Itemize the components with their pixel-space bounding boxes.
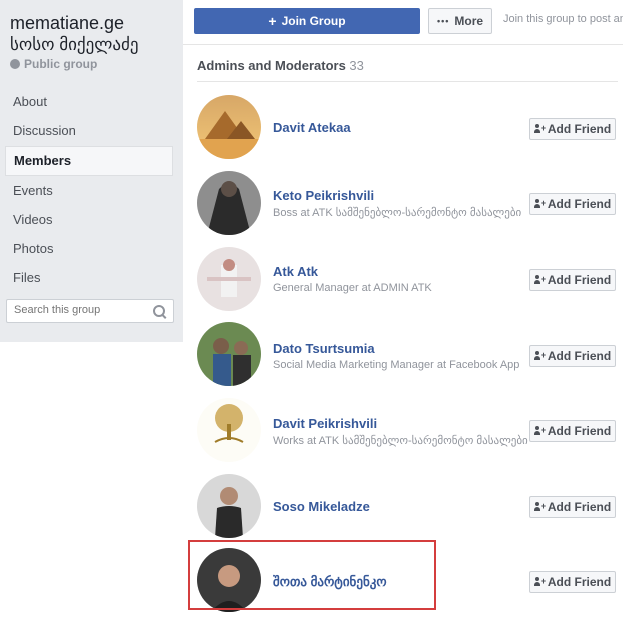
add-friend-label: Add Friend: [547, 197, 612, 211]
add-friend-label: Add Friend: [547, 424, 612, 438]
member-count: 33: [349, 58, 364, 73]
member-description: Social Media Marketing Manager at Facebo…: [273, 359, 520, 371]
add-friend-icon: +: [533, 124, 546, 134]
privacy-label: Public group: [10, 57, 97, 71]
member-row: Davit Peikrishvili Works at ATK სამშენებ…: [197, 398, 618, 468]
globe-icon: [10, 59, 20, 69]
nav-item-about[interactable]: About: [5, 88, 173, 116]
member-row: Davit Atekaa + Add Friend: [197, 95, 618, 165]
nav-item-videos[interactable]: Videos: [5, 206, 173, 234]
member-row: Dato Tsurtsumia Social Media Marketing M…: [197, 322, 618, 392]
more-label: More: [454, 14, 484, 28]
member-description: General Manager at ADMIN ATK: [273, 282, 432, 294]
more-button[interactable]: ••• More: [428, 8, 492, 34]
add-friend-icon: +: [533, 199, 546, 209]
group-search: [6, 299, 174, 323]
member-description: Works at ATK სამშენებლო-სარემონტო მასალე…: [273, 435, 528, 447]
members-main: + Join Group ••• More Join this group to…: [183, 0, 623, 612]
avatar-tree[interactable]: [197, 398, 261, 462]
add-friend-icon: +: [533, 502, 546, 512]
member-row: Keto Peikrishvili Boss at ATK სამშენებლო…: [197, 171, 618, 241]
highlight-box: [188, 540, 436, 610]
section-title-text: Admins and Moderators: [197, 58, 346, 73]
nav-item-members[interactable]: Members: [5, 146, 173, 176]
avatar-light[interactable]: [197, 247, 261, 311]
member-name[interactable]: Atk Atk: [273, 264, 318, 279]
add-friend-button[interactable]: + Add Friend: [529, 345, 616, 367]
plus-icon: +: [268, 13, 277, 29]
search-input[interactable]: [7, 300, 144, 320]
avatar-outdoor[interactable]: [197, 322, 261, 386]
add-friend-button[interactable]: + Add Friend: [529, 269, 616, 291]
nav-item-files[interactable]: Files: [5, 264, 173, 292]
add-friend-label: Add Friend: [547, 349, 612, 363]
section-title: Admins and Moderators 33: [197, 58, 364, 73]
add-friend-button[interactable]: + Add Friend: [529, 118, 616, 140]
nav-item-events[interactable]: Events: [5, 177, 173, 205]
group-name-subtitle[interactable]: სოსო მიქელაძე: [10, 34, 139, 56]
member-row: Atk Atk General Manager at ADMIN ATK + A…: [197, 247, 618, 317]
add-friend-label: Add Friend: [547, 500, 612, 514]
member-description: Boss at ATK სამშენებლო-სარემონტო მასალებ…: [273, 207, 522, 219]
add-friend-icon: +: [533, 426, 546, 436]
member-name[interactable]: Soso Mikeladze: [273, 499, 370, 514]
group-sidebar: mematiane.ge სოსო მიქელაძე Public group …: [0, 0, 183, 342]
avatar-dark[interactable]: [197, 171, 261, 235]
group-name[interactable]: mematiane.ge: [10, 12, 124, 34]
group-nav: About Discussion Members Events Videos P…: [5, 88, 173, 293]
nav-item-photos[interactable]: Photos: [5, 235, 173, 263]
divider: [197, 81, 618, 82]
add-friend-button[interactable]: + Add Friend: [529, 571, 616, 593]
add-friend-label: Add Friend: [547, 273, 612, 287]
add-friend-button[interactable]: + Add Friend: [529, 496, 616, 518]
avatar-pyramids[interactable]: [197, 95, 261, 159]
add-friend-label: Add Friend: [547, 575, 612, 589]
search-icon[interactable]: [153, 305, 165, 317]
avatar-man[interactable]: [197, 474, 261, 538]
add-friend-button[interactable]: + Add Friend: [529, 420, 616, 442]
join-group-label: Join Group: [281, 14, 346, 28]
member-name[interactable]: Davit Peikrishvili: [273, 416, 377, 431]
group-topbar: + Join Group ••• More Join this group to…: [183, 0, 623, 45]
member-name[interactable]: Davit Atekaa: [273, 120, 351, 135]
nav-item-discussion[interactable]: Discussion: [5, 117, 173, 145]
add-friend-icon: +: [533, 351, 546, 361]
privacy-text: Public group: [24, 57, 98, 71]
member-row: Soso Mikeladze + Add Friend: [197, 474, 618, 544]
add-friend-icon: +: [533, 275, 546, 285]
add-friend-label: Add Friend: [547, 122, 612, 136]
member-name[interactable]: Dato Tsurtsumia: [273, 341, 375, 356]
join-group-button[interactable]: + Join Group: [194, 8, 420, 34]
more-dots-icon: •••: [436, 16, 450, 26]
add-friend-button[interactable]: + Add Friend: [529, 193, 616, 215]
join-hint: Join this group to post an: [503, 13, 623, 25]
add-friend-icon: +: [533, 577, 546, 587]
member-name[interactable]: Keto Peikrishvili: [273, 188, 374, 203]
